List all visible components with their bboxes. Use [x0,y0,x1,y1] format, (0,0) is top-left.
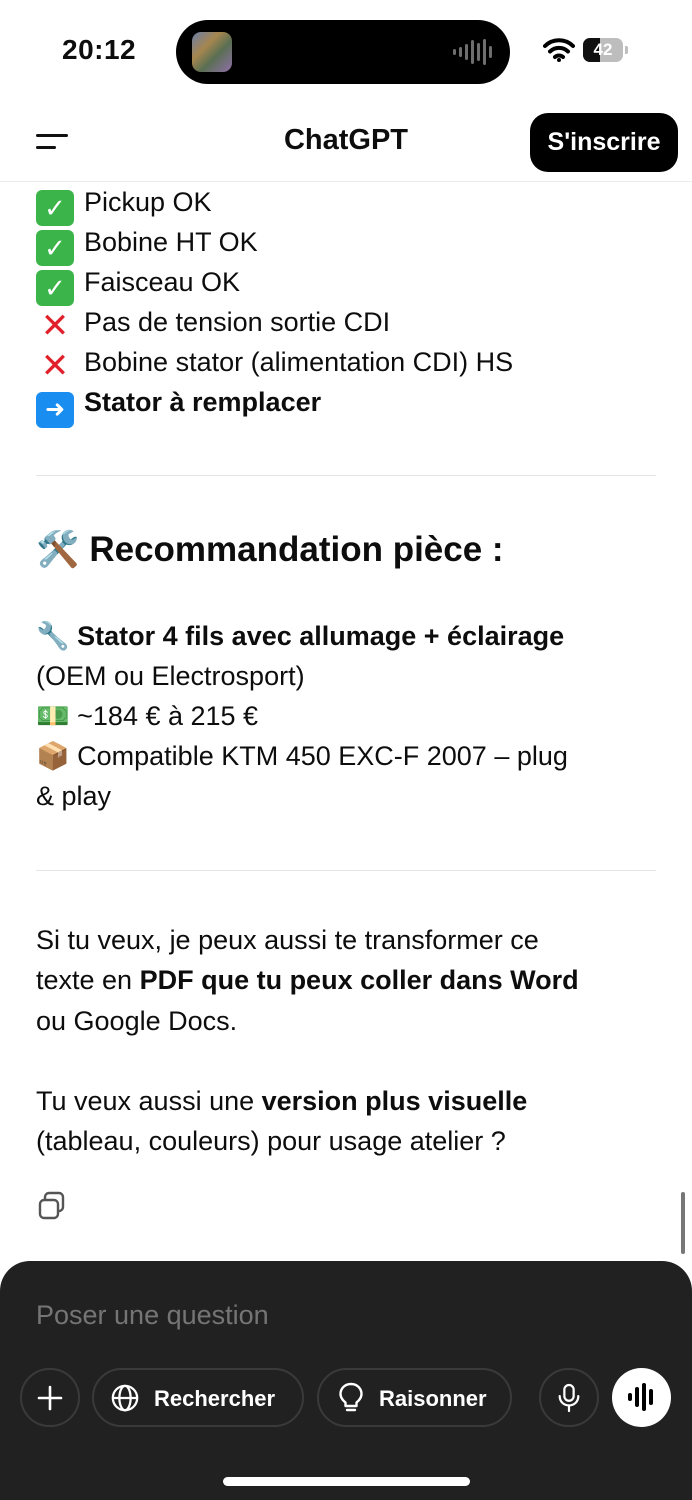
now-playing-thumbnail [192,32,232,72]
search-label: Rechercher [154,1386,276,1411]
battery-icon: 42 [583,38,623,62]
part-name: Stator 4 fils avec allumage + éclairage [77,621,565,651]
divider [36,870,656,871]
divider [36,475,656,476]
checklist-item: ✓ Faisceau OK [36,262,240,306]
package-icon: 📦 [36,741,70,771]
status-time: 20:12 [62,34,137,65]
menu-icon[interactable] [32,130,72,154]
checklist-item: ✓ Bobine HT OK [36,222,258,266]
cross-mark-icon: ✕ [40,347,70,385]
audio-waveform-icon [453,39,492,65]
check-mark-icon: ✓ [36,190,74,226]
signup-button[interactable]: S'inscrire [530,113,678,172]
app-header: ChatGPT S'inscrire [0,100,692,182]
reason-button[interactable]: Raisonner [317,1368,512,1427]
microphone-icon [558,1383,580,1413]
battery-indicator: 42 [583,38,629,62]
checklist-item: ✕ Bobine stator (alimentation CDI) HS [36,342,513,384]
check-mark-icon: ✓ [36,270,74,306]
check-mark-icon: ✓ [36,230,74,266]
part-compatibility: Compatible KTM 450 EXC-F 2007 – plug [77,741,568,771]
checklist-conclusion: ➜ Stator à remplacer [36,382,321,428]
money-icon: 💵 [36,701,70,731]
message-input[interactable] [36,1295,636,1335]
dynamic-island[interactable] [176,20,510,84]
right-arrow-icon: ➜ [36,392,74,428]
copy-icon[interactable] [36,1190,68,1222]
part-brand: (OEM ou Electrosport) [36,661,305,691]
voice-waveform-icon [628,1383,653,1411]
lightbulb-icon [339,1382,363,1412]
composer: Rechercher Raisonner [0,1261,692,1500]
status-bar: 20:12 42 [0,0,692,100]
battery-cap [625,46,628,54]
battery-level: 42 [593,40,613,59]
add-button[interactable] [20,1368,80,1427]
voice-mode-button[interactable] [612,1368,671,1427]
checklist-item: ✕ Pas de tension sortie CDI [36,302,390,344]
microphone-button[interactable] [539,1368,599,1427]
cross-mark-icon: ✕ [40,307,70,345]
plus-icon [37,1385,63,1411]
home-indicator[interactable] [223,1477,470,1486]
search-button[interactable]: Rechercher [92,1368,304,1427]
reason-label: Raisonner [379,1386,487,1411]
scrollbar-thumb[interactable] [681,1192,685,1254]
section-heading: 🛠️ Recommandation pièce : [36,530,504,569]
part-compatibility-cont: & play [36,781,112,811]
wifi-icon [543,38,575,62]
checklist-item: ✓ Pickup OK [36,182,212,226]
part-price: ~184 € à 215 € [77,701,259,731]
wrench-icon: 🔧 [36,621,70,651]
globe-icon [111,1384,139,1412]
tools-icon: 🛠️ [36,530,80,569]
